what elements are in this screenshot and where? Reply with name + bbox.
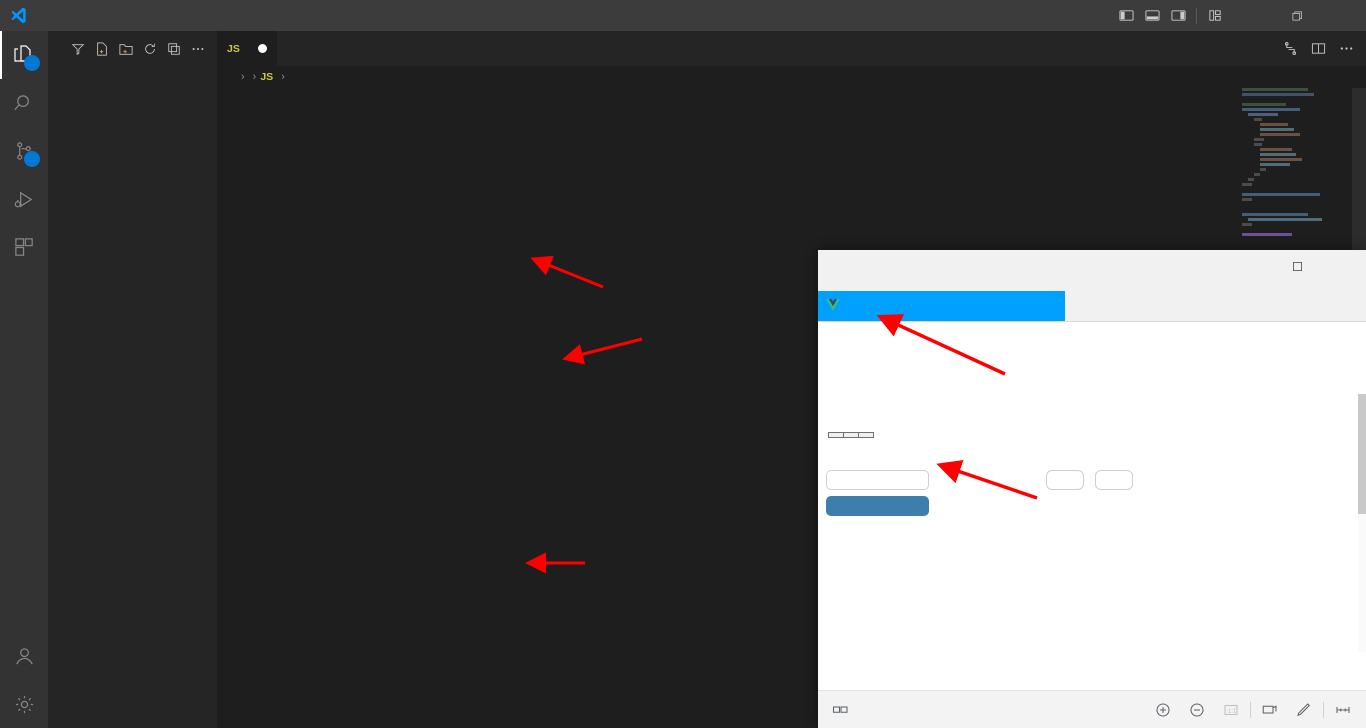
sidebar-item-explorer[interactable] [0,31,48,79]
chevron-right-icon: › [281,71,285,83]
chevron-right-icon: › [252,71,257,83]
split-editor-icon[interactable] [1306,37,1330,61]
divider [1250,701,1251,718]
new-folder-icon[interactable] [115,38,137,60]
annotation-arrow-browser-tab [876,314,1006,376]
left-nav-menu [826,470,929,522]
forward-button[interactable] [843,432,859,438]
more-actions-icon[interactable] [187,38,209,60]
customize-layout-icon[interactable] [1202,0,1228,31]
vscode-logo-icon [0,0,36,31]
window-controls [1113,0,1366,31]
menu-select[interactable] [72,13,90,19]
menu-help[interactable] [162,13,180,19]
window-minimize-button[interactable] [1228,0,1274,31]
filter-icon[interactable] [67,38,89,60]
breadcrumb[interactable]: › › JS › [217,66,1366,88]
test-go-button[interactable] [858,432,874,438]
annotation-arrow-meta-student [562,337,643,365]
reset-zoom-icon[interactable]: 1:1 [1222,701,1240,719]
vue-logo-icon [826,298,840,314]
browser-maximize-button[interactable] [1274,250,1320,282]
measure-controls [1334,701,1352,719]
menu-bar[interactable] [36,13,180,19]
browser-scrollbar[interactable] [1358,394,1366,652]
annotation-arrow-tofrom [525,552,585,574]
nav-buttons-group [828,432,874,438]
chevron-right-icon: › [241,71,245,83]
menu-terminal[interactable] [144,13,162,19]
collapse-all-icon[interactable] [163,38,185,60]
browser-titlebar [818,250,1366,292]
annotation-arrow-student-button [936,460,1038,500]
explorer-sidebar [48,31,217,728]
screenshot-icon[interactable] [1261,701,1279,719]
tab-index-js[interactable]: JS [217,31,278,66]
toggle-secondary-sidebar-icon[interactable] [1165,0,1191,31]
menu-edit[interactable] [54,13,72,19]
browser-close-button[interactable] [1320,250,1366,282]
nav-link-class-management[interactable] [826,470,929,490]
new-tab-button[interactable] [1065,291,1099,321]
back-button[interactable] [828,432,844,438]
source-control-badge [24,151,40,167]
menu-go[interactable] [108,13,126,19]
activity-bar [0,31,48,728]
menu-run[interactable] [126,13,144,19]
titlebar [0,0,1366,31]
sidebar-item-extensions[interactable] [0,223,48,271]
sidebar-item-search[interactable] [0,79,48,127]
js-file-icon: JS [260,71,274,83]
toggle-primary-sidebar-icon[interactable] [1113,0,1139,31]
sidebar-item-accounts[interactable] [0,632,48,680]
ruler-icon[interactable] [1334,701,1352,719]
divider [1323,701,1324,718]
js-file-icon: JS [227,42,240,55]
browser-viewport [818,322,1366,690]
more-actions-icon[interactable] [1334,37,1358,61]
tool-controls [1261,701,1313,719]
explorer-header [48,31,217,66]
toggle-panel-icon[interactable] [1139,0,1165,31]
divider [1196,7,1197,24]
edit-icon[interactable] [1295,701,1313,719]
tab-student-message[interactable] [1046,470,1084,490]
explorer-badge [24,55,40,71]
sidebar-item-run-debug[interactable] [0,175,48,223]
sidebar-item-settings[interactable] [0,680,48,728]
menu-view[interactable] [90,13,108,19]
tab-student-address[interactable] [1095,470,1133,490]
run-toggle-icon[interactable] [1278,37,1302,61]
refresh-icon[interactable] [139,38,161,60]
nav-link-student-management[interactable] [826,496,929,516]
zoom-out-icon[interactable] [1188,701,1206,719]
editor-tabs: JS [217,31,1366,66]
editor-toolbar [1278,31,1366,66]
sidebar-item-source-control[interactable] [0,127,48,175]
tab-dirty-indicator-icon[interactable] [257,44,267,53]
new-file-icon[interactable] [91,38,113,60]
annotation-arrow-meta-class [530,255,604,289]
svg-text:1:1: 1:1 [1228,709,1237,715]
window-maximize-button[interactable] [1274,0,1320,31]
zoom-in-icon[interactable] [1154,701,1172,719]
menu-file[interactable] [36,13,54,19]
zoom-controls: 1:1 [1154,701,1240,719]
devices-icon[interactable] [832,701,850,719]
browser-minimize-button[interactable] [1228,250,1274,282]
window-close-button[interactable] [1320,0,1366,31]
devtools-footer-toolbar: 1:1 [818,690,1366,728]
sub-tabs [1046,470,1133,490]
